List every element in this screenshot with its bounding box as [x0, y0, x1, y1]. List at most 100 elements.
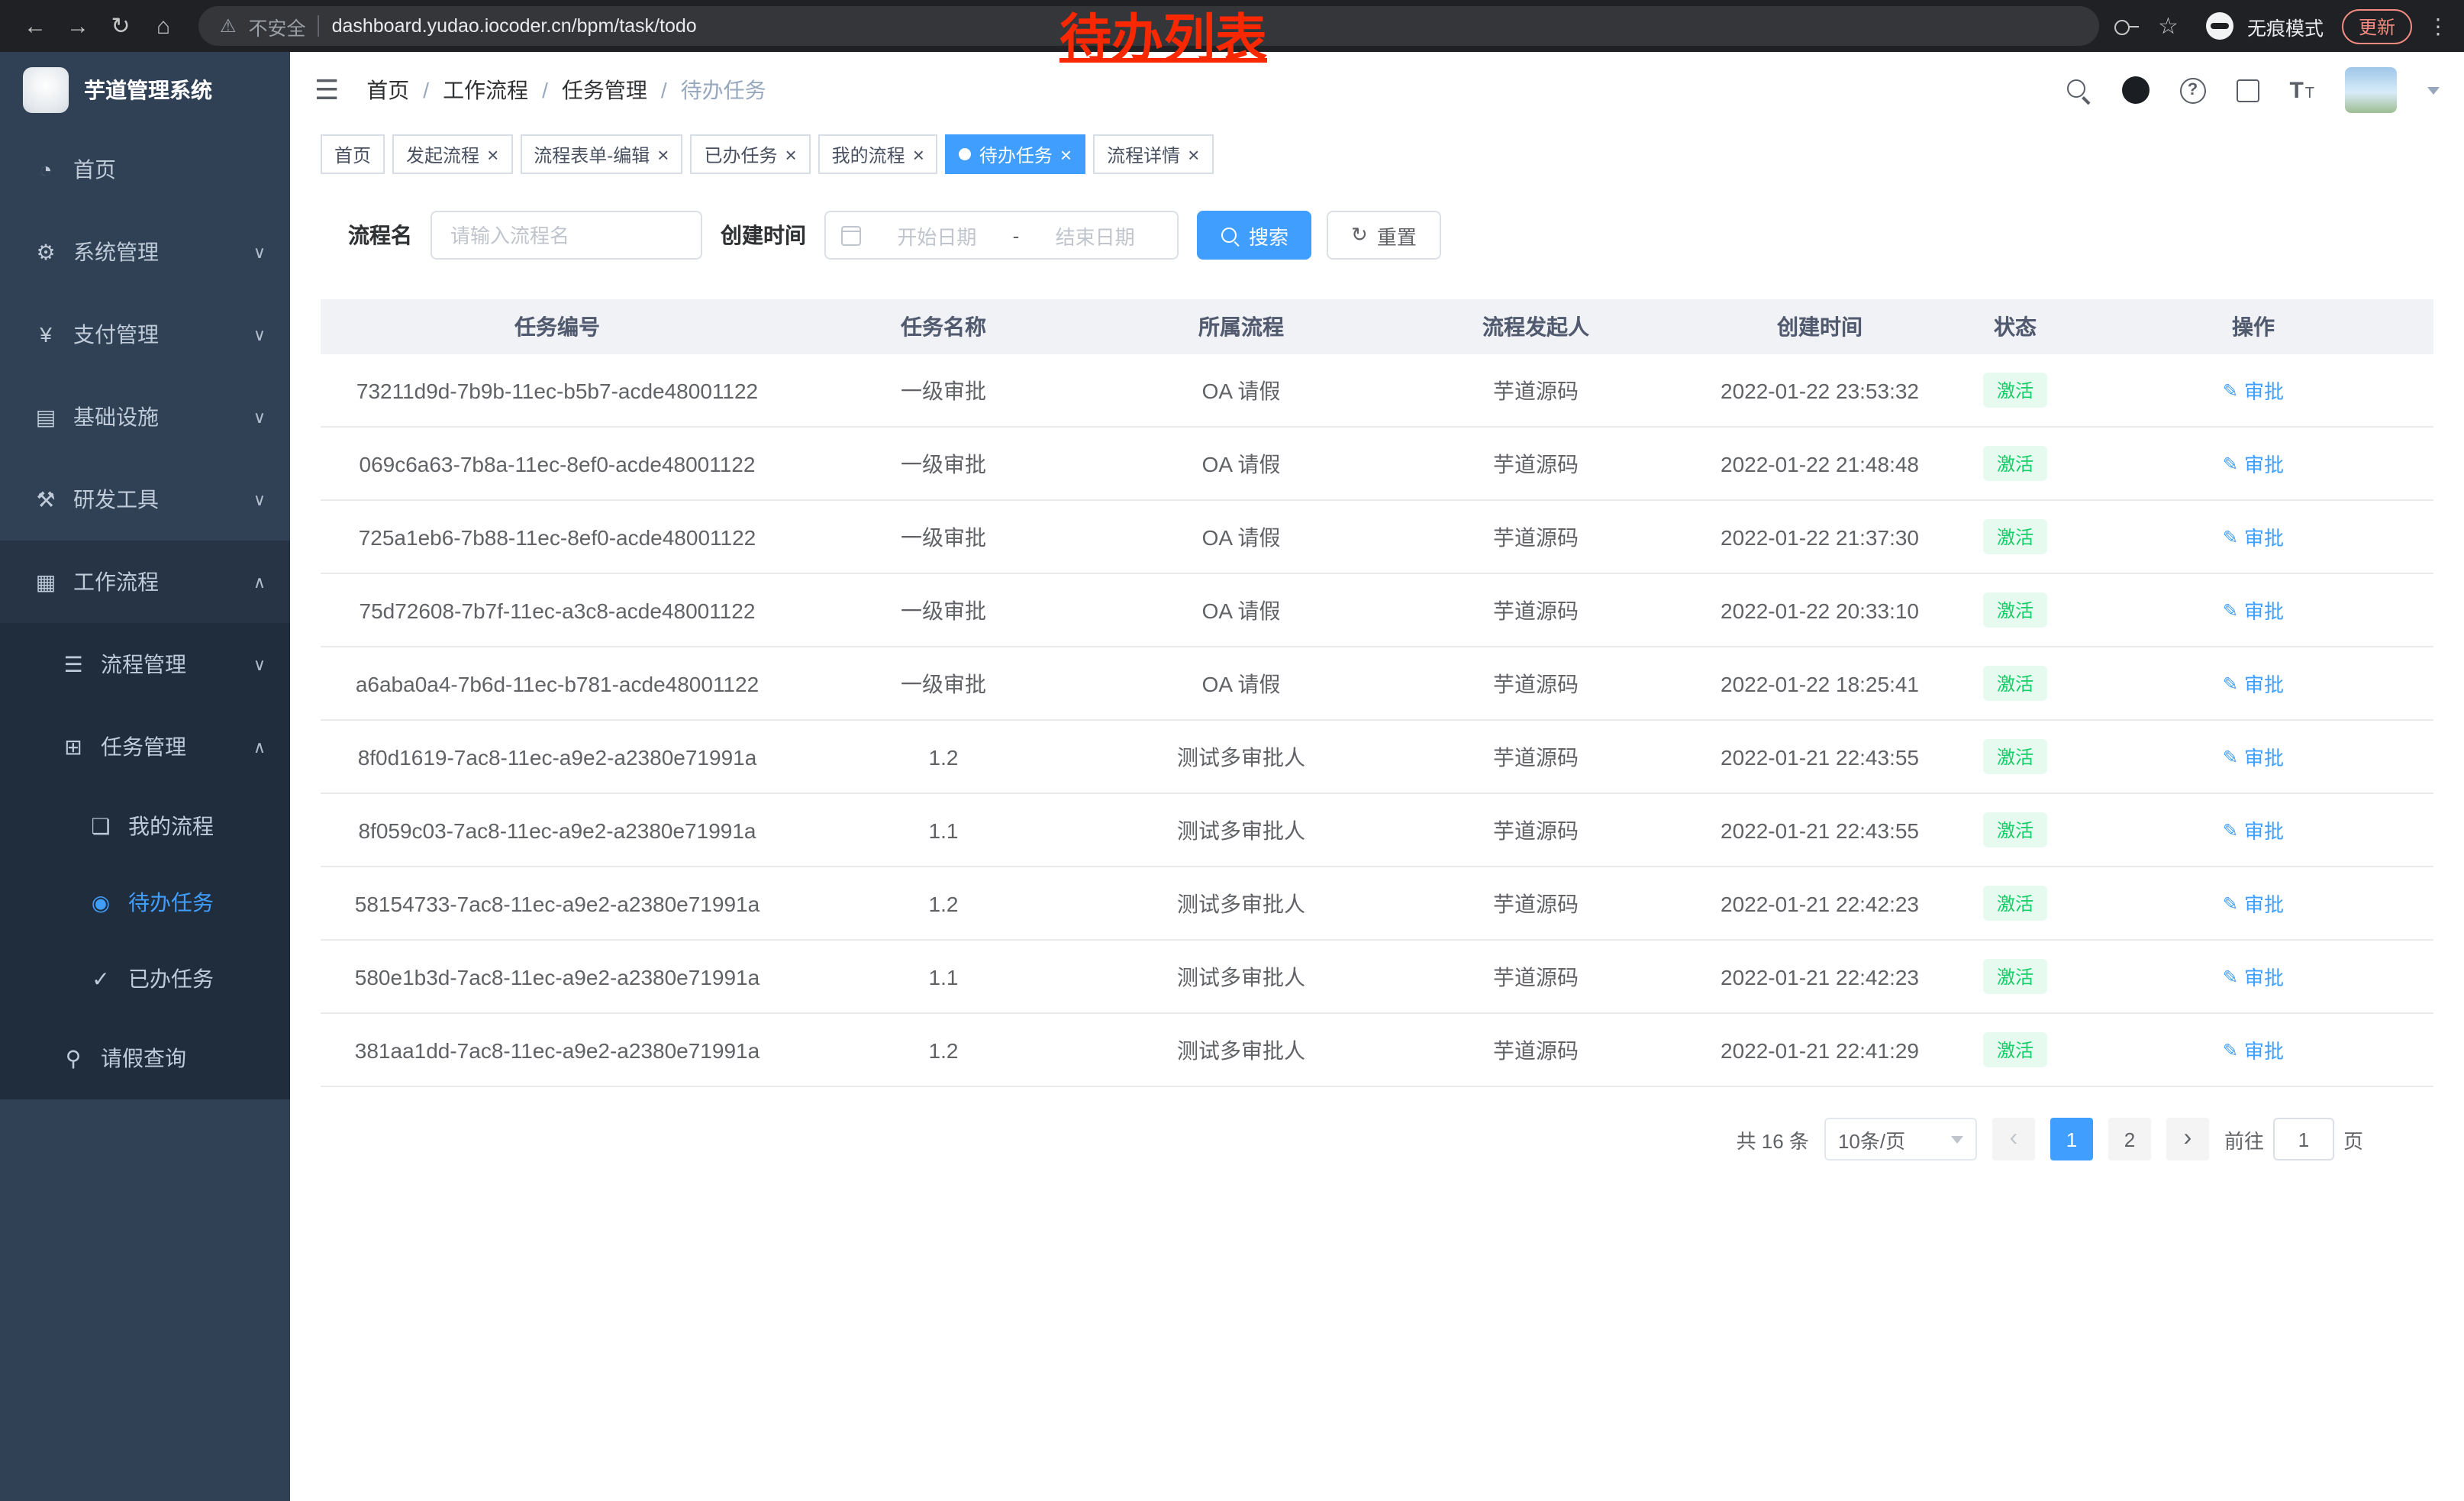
table-row: 381aa1dd-7ac8-11ec-a9e2-a2380e71991a 1.2… [321, 1014, 2433, 1087]
sidebar-menu-item[interactable]: ◔ 首页 [0, 128, 290, 211]
edit-icon: ✎ [2223, 746, 2238, 767]
page-number-button[interactable]: 1 [2050, 1118, 2093, 1160]
next-page-button[interactable]: › [2166, 1118, 2209, 1160]
cell-task-name: 1.1 [794, 964, 1093, 989]
breadcrumb: 首页工作流程任务管理待办任务 [366, 75, 766, 105]
breadcrumb-item[interactable]: 待办任务 [647, 75, 766, 105]
not-secure-label[interactable]: 不安全 [249, 11, 306, 40]
approve-link[interactable]: ✎ 审批 [2223, 596, 2284, 625]
cell-created-time: 2022-01-21 22:43:55 [1682, 818, 1957, 842]
approve-link[interactable]: ✎ 审批 [2223, 1035, 2284, 1064]
sidebar-collapse-icon[interactable]: ☰ [314, 74, 339, 106]
fullscreen-icon[interactable] [2236, 79, 2259, 102]
approve-link[interactable]: ✎ 审批 [2223, 742, 2284, 771]
browser-menu-icon[interactable]: ⋮ [2427, 13, 2449, 39]
tab-close-icon[interactable]: × [1060, 144, 1072, 164]
status-badge: 激活 [1983, 592, 2047, 628]
breadcrumb-item[interactable]: 工作流程 [409, 75, 528, 105]
tab-close-icon[interactable]: × [487, 144, 498, 164]
cell-task-name: 1.2 [794, 891, 1093, 915]
tab-close-icon[interactable]: × [785, 144, 796, 164]
cell-process: OA 请假 [1093, 521, 1389, 552]
approve-link[interactable]: ✎ 审批 [2223, 522, 2284, 551]
browser-reload-button[interactable]: ↻ [101, 12, 140, 40]
user-avatar[interactable] [2345, 67, 2397, 113]
cell-process: 测试多审批人 [1093, 961, 1389, 992]
browser-update-button[interactable]: 更新 [2342, 8, 2412, 44]
pagination: 共 16 条 10条/页 ‹ 12 › 前往 页 [321, 1118, 2433, 1160]
browser-home-button[interactable]: ⌂ [144, 13, 183, 39]
approve-link[interactable]: ✎ 审批 [2223, 815, 2284, 844]
tab[interactable]: 我的流程 × [818, 134, 938, 174]
cell-created-time: 2022-01-22 21:37:30 [1682, 525, 1957, 549]
approve-link-label: 审批 [2244, 596, 2284, 625]
cell-task-id: 73211d9d-7b9b-11ec-b5b7-acde48001122 [321, 378, 794, 402]
tab-close-icon[interactable]: × [1188, 144, 1199, 164]
browser-back-button[interactable]: ← [15, 13, 55, 39]
url-text[interactable]: dashboard.yudao.iocoder.cn/bpm/task/todo [332, 15, 697, 37]
approve-link[interactable]: ✎ 审批 [2223, 669, 2284, 698]
sidebar-menu-item[interactable]: ☰ 流程管理 ∨ [0, 623, 290, 705]
menu-item-label: 流程管理 [101, 649, 186, 679]
approve-link[interactable]: ✎ 审批 [2223, 962, 2284, 991]
menu-item-label: 支付管理 [73, 319, 159, 350]
tab[interactable]: 发起流程 × [392, 134, 512, 174]
font-size-icon[interactable]: TT [2289, 79, 2314, 102]
search-button[interactable]: 搜索 [1197, 211, 1311, 260]
reset-button[interactable]: ↻ 重置 [1327, 211, 1441, 260]
sidebar-menu-item[interactable]: ¥ 支付管理 ∨ [0, 293, 290, 376]
screenshot-root: ← → ↻ ⌂ ⚠ 不安全 dashboard.yudao.iocoder.cn… [0, 0, 2464, 1501]
todo-task-table: 任务编号任务名称所属流程流程发起人创建时间状态操作 73211d9d-7b9b-… [321, 299, 2433, 1087]
sidebar-menu-item[interactable]: ⚒ 研发工具 ∨ [0, 458, 290, 541]
cell-status: 激活 [1957, 592, 2073, 628]
page-size-select[interactable]: 10条/页 [1824, 1118, 1977, 1160]
breadcrumb-item[interactable]: 任务管理 [528, 75, 647, 105]
cell-process: 测试多审批人 [1093, 815, 1389, 845]
bookmark-star-icon[interactable]: ☆ [2158, 12, 2179, 40]
cell-initiator: 芋道源码 [1389, 961, 1682, 992]
tab-close-icon[interactable]: × [913, 144, 924, 164]
password-key-icon[interactable] [2114, 17, 2140, 35]
help-question-glyph: ? [2188, 81, 2198, 99]
tab-close-icon[interactable]: × [657, 144, 669, 164]
sidebar-menu-item[interactable]: ⚙ 系统管理 ∨ [0, 211, 290, 293]
menu-item-label: 任务管理 [101, 731, 186, 762]
cell-process: 测试多审批人 [1093, 888, 1389, 918]
approve-link[interactable]: ✎ 审批 [2223, 889, 2284, 918]
help-icon[interactable]: ? [2179, 77, 2205, 103]
goto-page-control: 前往 页 [2224, 1118, 2363, 1160]
caret-down-icon[interactable] [2427, 87, 2440, 101]
tabs-bar: 首页 × 发起流程 × 流程表单-编辑 × 已办任务 × 我的流程 × 待办任务 [290, 128, 2464, 180]
prev-page-button[interactable]: ‹ [1992, 1118, 2035, 1160]
breadcrumb-item[interactable]: 首页 [366, 75, 409, 105]
tab-active-dot [959, 148, 972, 160]
menu-item-label: 系统管理 [73, 237, 159, 267]
edit-icon: ✎ [2223, 453, 2238, 474]
goto-page-input[interactable] [2273, 1118, 2334, 1160]
sidebar-menu-item[interactable]: ⊞ 任务管理 ∧ [0, 705, 290, 788]
search-icon[interactable] [2065, 77, 2091, 103]
approve-link[interactable]: ✎ 审批 [2223, 449, 2284, 478]
date-range-picker[interactable]: 开始日期 - 结束日期 [824, 211, 1179, 260]
cell-created-time: 2022-01-22 21:48:48 [1682, 451, 1957, 476]
tab[interactable]: 待办任务 × [946, 134, 1085, 174]
github-icon[interactable] [2121, 76, 2149, 104]
approve-link-label: 审批 [2244, 962, 2284, 991]
sidebar-menu-item[interactable]: ▤ 基础设施 ∨ [0, 376, 290, 458]
process-name-input[interactable] [431, 211, 702, 260]
sidebar-menu-item[interactable]: ▦ 工作流程 ∧ [0, 541, 290, 623]
approve-link[interactable]: ✎ 审批 [2223, 376, 2284, 405]
sidebar-menu-item[interactable]: ◉ 待办任务 [0, 864, 290, 941]
app-title: 芋道管理系统 [84, 75, 212, 105]
tab[interactable]: 流程详情 × [1093, 134, 1213, 174]
sidebar-menu-item[interactable]: ❏ 我的流程 [0, 788, 290, 864]
tab[interactable]: 首页 × [321, 134, 385, 174]
column-header: 任务编号 [321, 311, 794, 342]
sidebar-menu-item[interactable]: ⚲ 请假查询 [0, 1017, 290, 1099]
menu-item-label: 已办任务 [128, 964, 214, 994]
sidebar-menu-item[interactable]: ✓ 已办任务 [0, 941, 290, 1017]
tab[interactable]: 已办任务 × [690, 134, 810, 174]
page-number-button[interactable]: 2 [2108, 1118, 2151, 1160]
tab[interactable]: 流程表单-编辑 × [520, 134, 682, 174]
browser-forward-button[interactable]: → [58, 13, 98, 39]
